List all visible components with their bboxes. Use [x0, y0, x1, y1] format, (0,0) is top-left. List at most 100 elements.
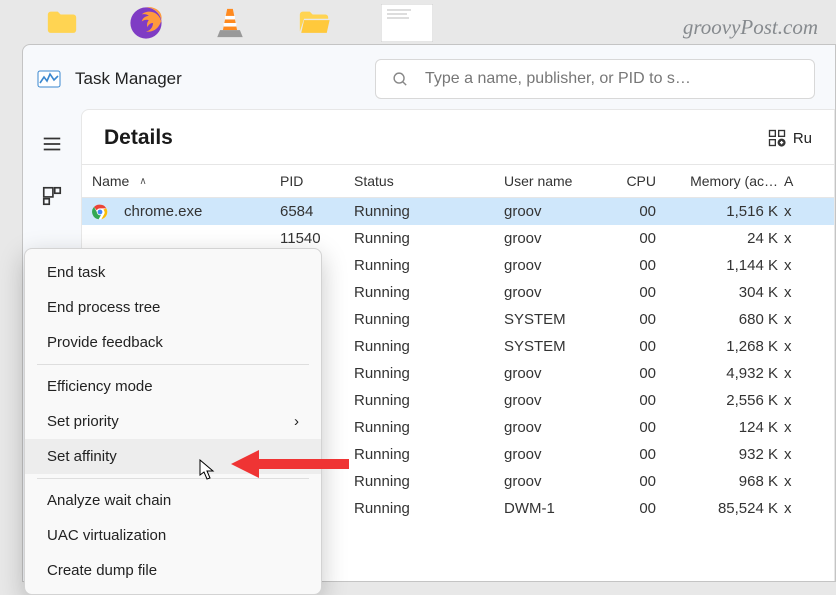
- cell-arch: x: [784, 500, 804, 517]
- cell-user: groov: [504, 419, 610, 436]
- table-row[interactable]: chrome.exe6584Runninggroov001,516 Kx: [82, 198, 834, 225]
- cell-cpu: 00: [610, 446, 668, 463]
- cell-status: Running: [354, 365, 504, 382]
- cell-user: groov: [504, 473, 610, 490]
- folder-icon[interactable]: [45, 6, 79, 40]
- task-manager-icon: [37, 67, 61, 91]
- vlc-icon[interactable]: [213, 6, 247, 40]
- cell-status: Running: [354, 311, 504, 328]
- cell-arch: x: [784, 311, 804, 328]
- cell-cpu: 00: [610, 338, 668, 355]
- cell-mem: 304 K: [668, 284, 784, 301]
- cell-status: Running: [354, 338, 504, 355]
- cell-cpu: 00: [610, 284, 668, 301]
- menu-end-task[interactable]: End task: [25, 255, 321, 290]
- watermark-text: groovyPost.com: [683, 15, 818, 40]
- cell-mem: 4,932 K: [668, 365, 784, 382]
- col-status[interactable]: Status: [354, 173, 504, 189]
- cell-pid: 6584: [280, 203, 354, 220]
- cell-arch: x: [784, 284, 804, 301]
- col-pid[interactable]: PID: [280, 173, 354, 189]
- hamburger-icon[interactable]: [41, 133, 63, 155]
- cell-cpu: 00: [610, 257, 668, 274]
- menu-separator: [37, 364, 309, 365]
- cell-status: Running: [354, 284, 504, 301]
- folder-open-icon[interactable]: [297, 6, 331, 40]
- page-title: Details: [104, 126, 173, 150]
- cell-status: Running: [354, 500, 504, 517]
- chrome-icon: [92, 204, 108, 220]
- search-input[interactable]: Type a name, publisher, or PID to s…: [375, 59, 815, 99]
- col-arch[interactable]: A: [784, 173, 804, 189]
- cell-cpu: 00: [610, 500, 668, 517]
- cell-user: SYSTEM: [504, 311, 610, 328]
- cell-status: Running: [354, 446, 504, 463]
- firefox-icon[interactable]: [129, 6, 163, 40]
- col-cpu[interactable]: CPU: [610, 173, 668, 189]
- context-menu: End task End process tree Provide feedba…: [24, 248, 322, 595]
- cell-arch: x: [784, 338, 804, 355]
- app-title: Task Manager: [75, 69, 182, 89]
- cell-cpu: 00: [610, 365, 668, 382]
- col-user[interactable]: User name: [504, 173, 610, 189]
- cell-arch: x: [784, 392, 804, 409]
- cell-cpu: 00: [610, 311, 668, 328]
- cell-user: groov: [504, 257, 610, 274]
- cell-status: Running: [354, 257, 504, 274]
- cell-arch: x: [784, 203, 804, 220]
- cell-cpu: 00: [610, 392, 668, 409]
- run-task-label: Ru: [793, 130, 812, 147]
- menu-provide-feedback[interactable]: Provide feedback: [25, 325, 321, 360]
- menu-set-priority[interactable]: Set priority›: [25, 404, 321, 439]
- menu-end-process-tree[interactable]: End process tree: [25, 290, 321, 325]
- cell-mem: 932 K: [668, 446, 784, 463]
- cell-mem: 124 K: [668, 419, 784, 436]
- menu-analyze-wait-chain[interactable]: Analyze wait chain: [25, 483, 321, 518]
- cell-status: Running: [354, 419, 504, 436]
- cell-status: Running: [354, 392, 504, 409]
- col-name[interactable]: Name∧: [82, 173, 280, 189]
- document-icon[interactable]: [381, 4, 433, 42]
- process-name: chrome.exe: [124, 203, 202, 220]
- run-task-icon: [767, 128, 787, 148]
- cell-arch: x: [784, 365, 804, 382]
- search-placeholder: Type a name, publisher, or PID to s…: [425, 70, 691, 88]
- cell-mem: 2,556 K: [668, 392, 784, 409]
- cell-arch: x: [784, 473, 804, 490]
- cell-user: groov: [504, 203, 610, 220]
- desktop-taskbar: groovyPost.com: [0, 0, 836, 45]
- cell-cpu: 00: [610, 419, 668, 436]
- cell-user: SYSTEM: [504, 338, 610, 355]
- cell-user: groov: [504, 365, 610, 382]
- cell-user: DWM-1: [504, 500, 610, 517]
- cell-mem: 1,144 K: [668, 257, 784, 274]
- title-bar: Task Manager Type a name, publisher, or …: [23, 45, 835, 109]
- annotation-arrow: [231, 447, 351, 481]
- cell-arch: x: [784, 419, 804, 436]
- cell-mem: 85,524 K: [668, 500, 784, 517]
- menu-create-dump-file[interactable]: Create dump file: [25, 553, 321, 588]
- cell-cpu: 00: [610, 203, 668, 220]
- cell-user: groov: [504, 392, 610, 409]
- sort-ascending-icon: ∧: [139, 176, 146, 187]
- cell-status: Running: [354, 473, 504, 490]
- cell-pid: 11540: [280, 230, 354, 247]
- cell-mem: 968 K: [668, 473, 784, 490]
- details-view-icon[interactable]: [41, 185, 63, 207]
- cell-status: Running: [354, 203, 504, 220]
- cursor-icon: [199, 459, 217, 481]
- col-mem[interactable]: Memory (ac…: [668, 173, 784, 189]
- cell-mem: 680 K: [668, 311, 784, 328]
- cell-user: groov: [504, 284, 610, 301]
- chevron-right-icon: ›: [294, 413, 299, 430]
- cell-arch: x: [784, 257, 804, 274]
- menu-uac-virtualization[interactable]: UAC virtualization: [25, 518, 321, 553]
- menu-efficiency-mode[interactable]: Efficiency mode: [25, 369, 321, 404]
- cell-status: Running: [354, 230, 504, 247]
- cell-mem: 1,268 K: [668, 338, 784, 355]
- run-new-task-button[interactable]: Ru: [767, 128, 812, 148]
- cell-user: groov: [504, 230, 610, 247]
- cell-arch: x: [784, 230, 804, 247]
- search-icon: [392, 71, 409, 88]
- cell-cpu: 00: [610, 473, 668, 490]
